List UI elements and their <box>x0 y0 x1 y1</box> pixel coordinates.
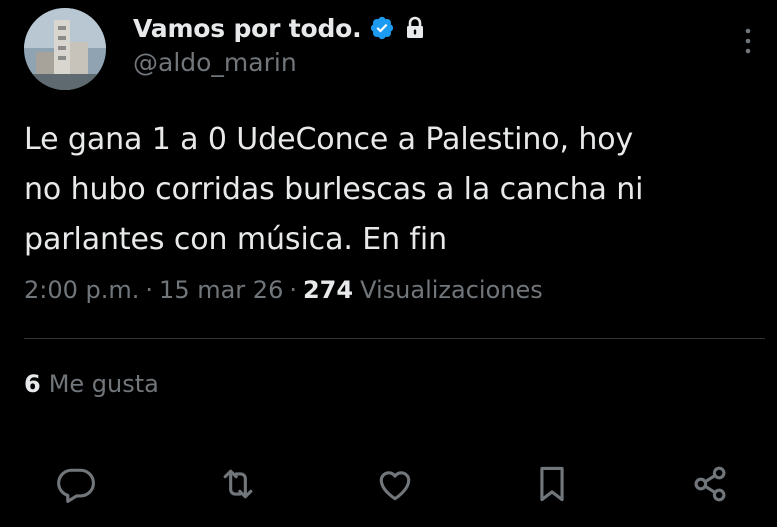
likes-label: Me gusta <box>48 370 159 398</box>
likes-stat[interactable]: 6 Me gusta <box>24 370 159 398</box>
tweet-text: Le gana 1 a 0 UdeConce a Palestino, hoy … <box>24 115 754 265</box>
more-options-icon[interactable] <box>742 26 754 56</box>
author-handle[interactable]: @aldo_marin <box>133 48 297 77</box>
tweet-meta: 2:00 p.m. · 15 mar 26 · 274 Visualizacio… <box>24 276 543 304</box>
avatar[interactable] <box>24 8 106 90</box>
tweet-date[interactable]: 15 mar 26 <box>159 276 283 304</box>
meta-separator: · <box>145 276 154 304</box>
tweet-text-line: no hubo corridas burlescas a la cancha n… <box>24 172 644 207</box>
verified-badge-icon[interactable] <box>369 15 395 41</box>
action-bar <box>0 462 777 512</box>
divider <box>24 338 765 339</box>
retweet-icon[interactable] <box>216 462 260 506</box>
tweet-text-line: Le gana 1 a 0 UdeConce a Palestino, hoy <box>24 122 634 157</box>
tweet-text-line: parlantes con música. En fin <box>24 222 448 257</box>
author-name-row: Vamos por todo. <box>133 10 427 46</box>
lock-icon <box>403 15 427 41</box>
share-icon[interactable] <box>688 462 732 506</box>
tweet-time[interactable]: 2:00 p.m. <box>24 276 139 304</box>
reply-icon[interactable] <box>54 462 98 506</box>
bookmark-icon[interactable] <box>530 462 574 506</box>
avatar-building-photo <box>24 8 106 90</box>
like-icon[interactable] <box>373 462 417 506</box>
meta-separator: · <box>289 276 297 304</box>
views-count[interactable]: 274 <box>303 276 353 304</box>
views-label[interactable]: Visualizaciones <box>360 276 543 304</box>
likes-count: 6 <box>24 370 41 398</box>
author-display-name[interactable]: Vamos por todo. <box>133 14 362 43</box>
